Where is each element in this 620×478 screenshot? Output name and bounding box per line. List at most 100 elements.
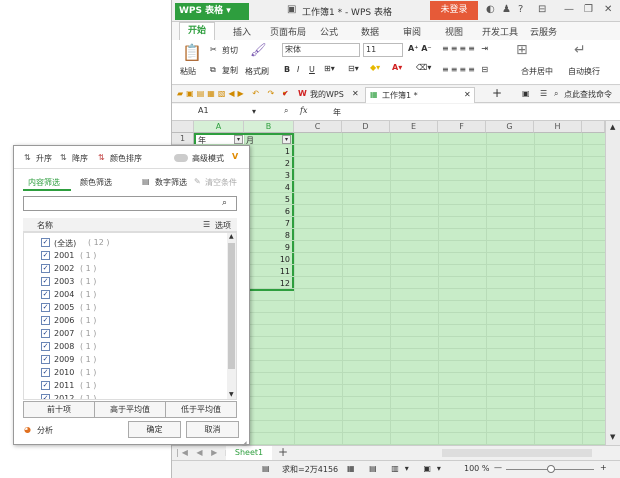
checkbox[interactable]: ✓ xyxy=(41,381,50,390)
filter-list-item[interactable]: ✓ 2004 ( 1 ) xyxy=(24,289,224,301)
checkbox[interactable]: ✓ xyxy=(41,251,50,260)
number-filter-button[interactable]: 数字筛选 xyxy=(155,177,187,188)
horizontal-scrollbar[interactable] xyxy=(442,449,592,457)
add-sheet-icon[interactable]: + xyxy=(278,445,288,459)
month-cell[interactable]: 12 xyxy=(244,279,292,288)
tab-view[interactable]: 视图 xyxy=(445,25,463,38)
checkbox[interactable]: ✓ xyxy=(41,238,50,247)
scroll-down-icon[interactable]: ▼ xyxy=(610,433,615,441)
filter-search-input[interactable]: ⌕ xyxy=(23,196,237,211)
tab-review[interactable]: 审阅 xyxy=(403,25,421,38)
month-cell[interactable]: 8 xyxy=(244,231,292,240)
filter-list-item[interactable]: ✓ 2007 ( 1 ) xyxy=(24,328,224,340)
scroll-up-icon[interactable]: ▲ xyxy=(610,123,615,131)
clear-format-icon[interactable]: ⌫▾ xyxy=(416,63,431,72)
checkbox[interactable]: ✓ xyxy=(41,368,50,377)
skin-icon[interactable]: ◐ xyxy=(486,4,495,15)
column-header-g[interactable]: G xyxy=(486,121,534,133)
tab-formula[interactable]: 公式 xyxy=(320,25,338,38)
below-average-button[interactable]: 低于平均值 xyxy=(165,401,237,418)
month-cell[interactable]: 4 xyxy=(244,183,292,192)
checkbox[interactable]: ✓ xyxy=(41,355,50,364)
zoom-out-icon[interactable]: — xyxy=(494,463,502,472)
month-cell[interactable]: 11 xyxy=(244,267,292,276)
month-cell[interactable]: 1 xyxy=(244,147,292,156)
new-tab-icon[interactable]: + xyxy=(492,86,502,100)
tab-close-icon[interactable]: ✕ xyxy=(352,89,359,98)
close-icon[interactable]: ✕ xyxy=(604,4,612,15)
border-icon[interactable]: ⊞▾ xyxy=(324,64,335,73)
tab-page-layout[interactable]: 页面布局 xyxy=(270,25,306,38)
font-color-icon[interactable]: A▾ xyxy=(392,63,402,72)
advanced-mode-toggle[interactable] xyxy=(174,154,188,162)
column-header-i[interactable] xyxy=(582,121,605,133)
color-sort-icon[interactable]: ⇅ xyxy=(98,153,105,162)
analysis-button[interactable]: 分析 xyxy=(37,425,53,436)
wrap-text-button[interactable]: 自动换行 xyxy=(568,66,600,77)
filter-list-item[interactable]: ✓ 2003 ( 1 ) xyxy=(24,276,224,288)
name-box-dropdown-icon[interactable]: ▾ xyxy=(252,107,256,116)
filter-dropdown-b-icon[interactable]: ▾ xyxy=(282,135,291,144)
zoom-icon[interactable]: ⌕ xyxy=(284,106,288,116)
month-cell[interactable]: 2 xyxy=(244,159,292,168)
filter-list-item[interactable]: ✓ 2010 ( 1 ) xyxy=(24,367,224,379)
ok-button[interactable]: 确定 xyxy=(128,421,181,438)
options-icon[interactable]: ☰ xyxy=(203,220,210,229)
minimize-icon[interactable]: — xyxy=(564,4,574,15)
underline-icon[interactable]: U xyxy=(309,65,315,74)
sort-ascending-button[interactable]: 升序 xyxy=(36,153,52,164)
checkbox[interactable]: ✓ xyxy=(41,342,50,351)
column-header-b[interactable]: B xyxy=(244,121,294,133)
column-header-d[interactable]: D xyxy=(342,121,390,133)
clear-filter-icon[interactable]: ✎ xyxy=(194,177,201,186)
tab-mywps[interactable]: 我的WPS xyxy=(310,89,344,100)
month-cell[interactable]: 9 xyxy=(244,243,292,252)
month-cell[interactable]: 7 xyxy=(244,219,292,228)
tab-data[interactable]: 数据 xyxy=(361,25,379,38)
tab-developer[interactable]: 开发工具 xyxy=(482,25,518,38)
checkbox[interactable]: ✓ xyxy=(41,303,50,312)
layout-icon[interactable]: ⊟ xyxy=(538,4,546,15)
filter-list-item[interactable]: ✓ 2008 ( 1 ) xyxy=(24,341,224,353)
filter-list-item[interactable]: ✓ 2001 ( 1 ) xyxy=(24,250,224,262)
restore-icon[interactable]: ❐ xyxy=(584,4,593,15)
row-header[interactable]: 1 xyxy=(172,133,194,145)
formula-input[interactable]: 年 xyxy=(333,107,341,118)
italic-icon[interactable]: I xyxy=(297,65,299,74)
command-search[interactable]: 点此查找命令 xyxy=(564,89,612,100)
fill-color-icon[interactable]: ◆▾ xyxy=(370,63,380,72)
search-icon[interactable]: ⌕ xyxy=(554,89,558,99)
copy-button[interactable]: 复制 xyxy=(222,65,238,76)
zoom-in-icon[interactable]: + xyxy=(600,463,607,472)
list-scroll-down-icon[interactable]: ▼ xyxy=(229,391,234,398)
checkbox[interactable]: ✓ xyxy=(41,264,50,273)
filter-list-item[interactable]: ✓ 2012 ( 1 ) xyxy=(24,393,224,399)
login-button[interactable]: 未登录 xyxy=(430,1,478,20)
color-sort-button[interactable]: 颜色排序 xyxy=(110,153,142,164)
font-name-select[interactable]: 宋体 xyxy=(282,43,360,57)
merge-cells-icon[interactable]: ⊟▾ xyxy=(348,64,359,73)
quick-access-icons[interactable]: ▰▣▤▦▧◀▶ ↶ ↷ ▾ xyxy=(177,89,290,98)
filter-dropdown-a-icon[interactable]: ▾ xyxy=(234,135,243,144)
tab-insert[interactable]: 插入 xyxy=(233,25,251,38)
filter-list-item[interactable]: ✓ 2002 ( 1 ) xyxy=(24,263,224,275)
top-ten-button[interactable]: 前十项 xyxy=(23,401,95,418)
filter-list-item[interactable]: ✓ (全选) ( 12 ) xyxy=(24,237,224,249)
tab-workbook[interactable]: ▦ 工作簿1 * ✕ xyxy=(365,87,475,103)
checkbox[interactable]: ✓ xyxy=(41,277,50,286)
zoom-slider-thumb[interactable] xyxy=(547,465,555,473)
checkbox[interactable]: ✓ xyxy=(41,394,50,399)
select-all-corner[interactable] xyxy=(172,121,194,133)
checkbox[interactable]: ✓ xyxy=(41,290,50,299)
name-box[interactable]: A1 xyxy=(196,105,260,119)
help-icon[interactable]: ? xyxy=(518,4,523,15)
format-painter-button[interactable]: 格式刷 xyxy=(245,66,269,77)
font-size-select[interactable]: 11 xyxy=(363,43,403,57)
cut-button[interactable]: 剪切 xyxy=(222,45,238,56)
brush-icon[interactable]: 🖌 xyxy=(250,43,267,58)
list-options-button[interactable]: 选项 xyxy=(215,220,231,231)
analysis-icon[interactable]: ◕ xyxy=(24,425,31,434)
tab-color-filter[interactable]: 颜色筛选 xyxy=(80,177,112,188)
workbook-close-icon[interactable]: ✕ xyxy=(464,90,471,99)
merge-center-icon[interactable]: ⊞ xyxy=(516,42,528,58)
